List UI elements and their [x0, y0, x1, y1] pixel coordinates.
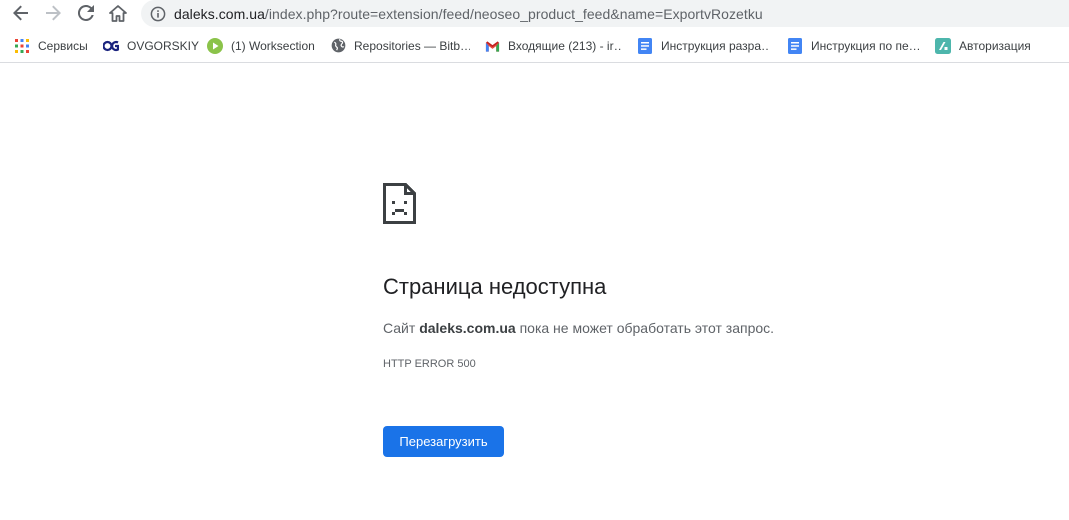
- sheets-icon: [935, 37, 951, 54]
- bookmark-label: Инструкция по пе…: [811, 38, 919, 53]
- browser-toolbar: daleks.com.ua/index.php?route=extension/…: [0, 0, 1069, 29]
- bookmark-services[interactable]: Сервисы: [14, 37, 88, 54]
- bookmark-worksection[interactable]: (1) Worksection: [207, 37, 315, 54]
- bookmark-auth[interactable]: Авторизация: [935, 37, 1031, 54]
- sad-page-icon: [383, 183, 416, 229]
- bookmark-docs-2[interactable]: Инструкция по пе…: [787, 37, 919, 54]
- bookmark-label: (1) Worksection: [231, 38, 315, 53]
- reload-icon: [78, 5, 94, 21]
- bookmark-label: Инструкция разра…: [661, 38, 769, 53]
- error-title: Страница недоступна: [383, 274, 607, 299]
- google-docs-icon: [637, 37, 653, 54]
- bookmarks-bar: Сервисы OVGORSKIY (1) Worksection Reposi…: [0, 29, 1069, 63]
- bookmark-ovgorskiy[interactable]: OVGORSKIY: [103, 37, 199, 54]
- error-description: Сайт daleks.com.ua пока не может обработ…: [383, 318, 774, 338]
- google-docs-icon: [787, 37, 803, 54]
- reload-page-button[interactable]: Перезагрузить: [383, 426, 504, 457]
- error-desc-suffix: пока не может обработать этот запрос.: [515, 320, 775, 336]
- arrow-right-icon: [46, 5, 61, 21]
- globe-icon: [330, 38, 346, 54]
- address-bar[interactable]: daleks.com.ua/index.php?route=extension/…: [141, 0, 1069, 27]
- forward-button[interactable]: [40, 0, 66, 26]
- apps-grid-icon: [14, 38, 30, 54]
- home-button[interactable]: [105, 0, 131, 26]
- error-desc-prefix: Сайт: [383, 320, 420, 336]
- bookmark-gmail[interactable]: Входящие (213) - ir…: [484, 37, 622, 54]
- url-text[interactable]: daleks.com.ua/index.php?route=extension/…: [174, 6, 763, 22]
- bookmark-repositories[interactable]: Repositories — Bitb…: [330, 37, 470, 54]
- arrow-left-icon: [13, 5, 28, 21]
- back-button[interactable]: [8, 0, 34, 26]
- info-icon[interactable]: [150, 6, 166, 22]
- home-icon: [109, 4, 127, 22]
- bookmark-docs-1[interactable]: Инструкция разра…: [637, 37, 769, 54]
- url-path: /index.php?route=extension/feed/neoseo_p…: [264, 5, 763, 22]
- bookmark-label: Входящие (213) - ir…: [508, 38, 622, 53]
- worksection-icon: [207, 37, 223, 54]
- bookmark-label: Сервисы: [38, 38, 88, 53]
- error-code: HTTP ERROR 500: [383, 358, 476, 370]
- error-desc-host: daleks.com.ua: [419, 320, 516, 336]
- gmail-icon: [484, 38, 500, 54]
- bookmark-label: Авторизация: [959, 38, 1031, 53]
- bookmark-label: OVGORSKIY: [127, 38, 200, 53]
- reload-button[interactable]: [73, 0, 99, 26]
- ovgorskiy-logo-icon: [103, 38, 119, 54]
- url-host: daleks.com.ua: [174, 5, 265, 22]
- bookmark-label: Repositories — Bitb…: [354, 38, 470, 53]
